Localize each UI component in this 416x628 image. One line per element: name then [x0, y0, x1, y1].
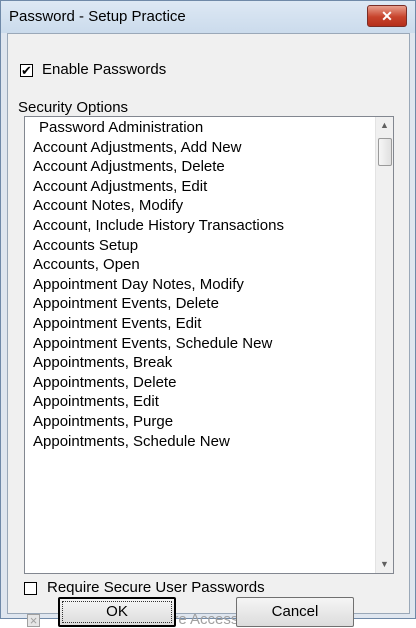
list-item[interactable]: Account Notes, Modify	[33, 196, 373, 216]
list-item[interactable]: Account, Include History Transactions	[33, 216, 373, 236]
verify-user-checkbox[interactable]: ×	[27, 614, 40, 627]
list-item[interactable]: Accounts Setup	[33, 236, 373, 256]
list-item[interactable]: Account Adjustments, Add New	[33, 138, 373, 158]
title-bar[interactable]: Password - Setup Practice ✕	[1, 1, 415, 33]
list-item[interactable]: Appointment Events, Edit	[33, 314, 373, 334]
security-options-list: Password Administration Account Adjustme…	[33, 118, 373, 451]
list-item[interactable]: Appointments, Break	[33, 353, 373, 373]
list-item[interactable]: Account Adjustments, Delete	[33, 157, 373, 177]
close-icon: ✕	[381, 8, 393, 24]
password-setup-dialog: Password - Setup Practice ✕ ✔ Enable Pas…	[0, 0, 416, 628]
dialog-body: ✔ Enable Passwords Security Options Pass…	[7, 33, 410, 628]
require-secure-label: Require Secure User Passwords	[47, 579, 265, 596]
scroll-up-icon[interactable]: ▲	[376, 117, 393, 134]
vertical-scrollbar[interactable]: ▲ ▼	[375, 117, 393, 573]
ok-button[interactable]: OK	[58, 597, 176, 627]
list-item[interactable]: Appointments, Schedule New	[33, 432, 373, 452]
close-button[interactable]: ✕	[367, 5, 407, 27]
enable-passwords-label: Enable Passwords	[42, 61, 167, 78]
list-item[interactable]: Appointment Events, Delete	[33, 294, 373, 314]
list-item[interactable]: Accounts, Open	[33, 255, 373, 275]
list-item[interactable]: Password Administration	[33, 118, 373, 138]
scroll-down-icon[interactable]: ▼	[376, 556, 393, 573]
checkmark-icon: ✔	[21, 63, 32, 78]
cancel-button[interactable]: Cancel	[236, 597, 354, 627]
enable-passwords-checkbox[interactable]: ✔	[20, 64, 33, 77]
list-item[interactable]: Appointments, Purge	[33, 412, 373, 432]
window-title: Password - Setup Practice	[9, 8, 186, 25]
list-item[interactable]: Appointments, Delete	[33, 373, 373, 393]
list-item[interactable]: Appointment Day Notes, Modify	[33, 275, 373, 295]
list-item[interactable]: Account Adjustments, Edit	[33, 177, 373, 197]
security-options-listbox[interactable]: Password Administration Account Adjustme…	[24, 116, 394, 574]
disabled-mark-icon: ×	[29, 613, 38, 628]
require-secure-checkbox[interactable]	[24, 582, 37, 595]
list-item[interactable]: Appointments, Edit	[33, 392, 373, 412]
security-options-label: Security Options	[18, 99, 129, 116]
scroll-thumb[interactable]	[378, 138, 392, 166]
list-item[interactable]: Appointment Events, Schedule New	[33, 334, 373, 354]
